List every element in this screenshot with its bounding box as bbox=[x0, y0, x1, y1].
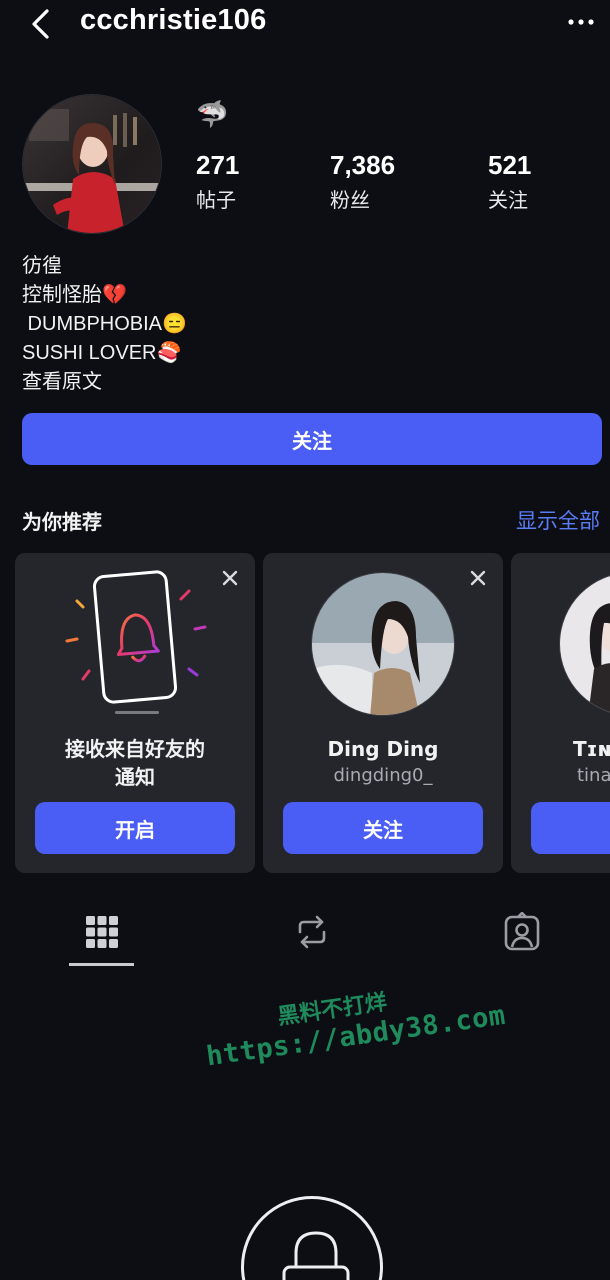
suggested-user-avatar[interactable] bbox=[311, 572, 455, 716]
suggested-user-handle: dingding0_ bbox=[333, 765, 433, 786]
top-bar: ccchristie106 bbox=[0, 0, 610, 52]
notification-card-text: 接收来自好友的 通知 bbox=[65, 737, 205, 789]
suggested-user-name: Ding Ding bbox=[327, 737, 439, 761]
see-translation-link[interactable]: 查看原文 bbox=[22, 368, 187, 397]
profile-avatar[interactable] bbox=[22, 94, 162, 234]
stat-followers-count: 7,386 bbox=[330, 150, 396, 180]
stat-following[interactable]: 521 关注 bbox=[488, 150, 531, 213]
tab-tagged[interactable] bbox=[502, 911, 542, 952]
suggested-user-handle: tina bbox=[577, 765, 610, 786]
lock-icon bbox=[282, 1231, 350, 1280]
follow-button[interactable]: 关注 bbox=[22, 413, 602, 465]
suggestion-card-user: Tɪɴ tina bbox=[511, 553, 610, 873]
dismiss-button[interactable] bbox=[467, 567, 489, 589]
active-tab-indicator bbox=[69, 963, 134, 966]
bio-line: 彷徨 bbox=[22, 255, 62, 277]
follow-suggested-button[interactable]: 关注 bbox=[283, 802, 483, 854]
more-horizontal-icon bbox=[568, 19, 594, 25]
repost-icon bbox=[298, 915, 326, 949]
stat-followers[interactable]: 7,386 粉丝 bbox=[330, 150, 395, 213]
follow-suggested-button[interactable] bbox=[531, 802, 610, 854]
stat-followers-label: 粉丝 bbox=[330, 188, 370, 212]
close-icon bbox=[222, 570, 238, 586]
tab-reposts[interactable] bbox=[292, 912, 332, 952]
chevron-left-icon bbox=[32, 9, 49, 39]
stat-following-count: 521 bbox=[488, 150, 532, 180]
enable-notifications-button[interactable]: 开启 bbox=[35, 802, 235, 854]
phone-notification-icon bbox=[65, 570, 207, 714]
bio-line: SUSHI LOVER🍣 bbox=[22, 342, 182, 364]
stat-following-label: 关注 bbox=[488, 188, 528, 212]
stat-posts[interactable]: 271 帖子 bbox=[196, 150, 239, 213]
bio-line: DUMBPHOBIA😑 bbox=[22, 313, 187, 335]
show-all-link[interactable]: 显示全部 bbox=[516, 505, 600, 535]
profile-username: ccchristie106 bbox=[80, 4, 267, 36]
suggestions-title: 为你推荐 bbox=[22, 510, 102, 534]
suggestion-card-user: Ding Ding dingding0_ 关注 bbox=[263, 553, 503, 873]
tab-posts[interactable] bbox=[82, 912, 122, 952]
stat-posts-label: 帖子 bbox=[196, 188, 236, 212]
grid-icon bbox=[86, 916, 118, 948]
profile-tabs bbox=[0, 900, 610, 970]
dismiss-button[interactable] bbox=[219, 567, 241, 589]
watermark: 黑料不打烊 https://abdy38.com bbox=[200, 968, 507, 1072]
bio-line: 控制怪胎💔 bbox=[22, 284, 127, 306]
profile-bio: 彷徨 控制怪胎💔 DUMBPHOBIA😑 SUSHI LOVER🍣 查看原文 bbox=[22, 252, 187, 397]
close-icon bbox=[470, 570, 486, 586]
tagged-person-icon bbox=[504, 911, 540, 951]
suggestion-card-notifications: 接收来自好友的 通知 开启 bbox=[15, 553, 255, 873]
private-account-lock bbox=[241, 1196, 383, 1280]
suggested-user-name: Tɪɴ bbox=[573, 737, 610, 761]
more-options-button[interactable] bbox=[566, 12, 596, 32]
suggested-user-avatar[interactable] bbox=[559, 572, 610, 716]
back-button[interactable] bbox=[26, 6, 58, 42]
shark-emoji: 🦈 bbox=[196, 100, 229, 130]
stat-posts-count: 271 bbox=[196, 150, 240, 180]
